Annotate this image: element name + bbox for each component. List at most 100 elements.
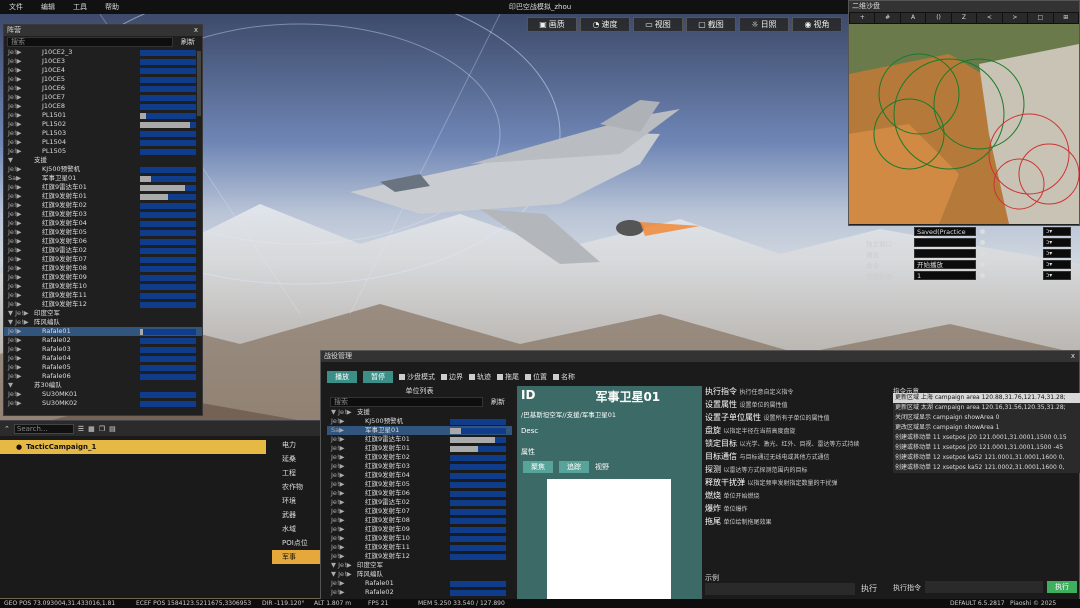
tree-row[interactable]: Je!▶ KJ500预警机 (4, 165, 202, 174)
setting-dropdown[interactable]: ↄ▾ (1043, 249, 1071, 258)
tree-row[interactable]: Je!▶ Rafale02 (327, 588, 512, 597)
tree-row[interactable]: Je!▶ 红旗9雷达车02 (4, 246, 202, 255)
command-item[interactable]: 锁定目标 以光学、激光、红外、目视、雷达等方式持续 (705, 437, 893, 450)
tree-row[interactable]: Je!▶ 红旗9发射车04 (4, 219, 202, 228)
tree-row[interactable]: Je!▶ J10CE8 (4, 102, 202, 111)
tree-row[interactable]: ▼ 支援 (4, 156, 202, 165)
asset-search-input[interactable]: Search... (13, 423, 74, 434)
play-button[interactable]: 播放 (327, 371, 357, 383)
tree-row[interactable]: Je!▶ J10CE7 (4, 93, 202, 102)
tree-row[interactable]: Je!▶ 红旗9发射车09 (327, 525, 512, 534)
setting-dropdown[interactable]: ↄ▾ (1043, 271, 1071, 280)
command-item[interactable]: 目标通信 与目标通过无线电或其他方式通信 (705, 450, 893, 463)
command-item[interactable]: 执行指令 执行任意自定义指令 (705, 385, 893, 398)
minimap-tool-button[interactable]: Z (951, 13, 977, 23)
formation-scrollbar[interactable] (197, 51, 201, 116)
tree-row[interactable]: Je!▶ 红旗9发射车06 (327, 489, 512, 498)
checkbox-option[interactable]: 拖尾 (497, 372, 519, 382)
unit-search-input[interactable]: 搜索 (330, 397, 483, 407)
tree-row[interactable]: Je!▶ Rafale03 (4, 345, 202, 354)
pause-button[interactable]: 暂停 (363, 371, 393, 383)
tree-row[interactable]: Je!▶ 红旗9发射车08 (327, 516, 512, 525)
minimap-tool-button[interactable]: + (850, 13, 875, 23)
log-row[interactable]: 创建或移动单 12 xsetpos ka52 121.0002,31.0001,… (893, 463, 1080, 473)
grid-icon[interactable]: ▦ (88, 425, 95, 433)
example-input[interactable] (705, 583, 855, 595)
tree-row[interactable]: ▼ Je!▶ 印度空军 (327, 561, 512, 570)
command-item[interactable]: 设置子单位属性 设置所有子单位的属性值 (705, 411, 893, 424)
view-button[interactable]: ▭ 视图 (633, 17, 683, 32)
sunlight-button[interactable]: ☼ 日照 (739, 17, 789, 32)
perspective-button[interactable]: ◉ 视角 (792, 17, 842, 32)
tree-row[interactable]: Je!▶ Rafale01 (4, 327, 202, 336)
command-item[interactable]: 爆炸 单位爆炸 (705, 502, 893, 515)
tree-row[interactable]: Je!▶ 红旗9发射车10 (4, 282, 202, 291)
log-row[interactable]: 更改区域显示 campaign showArea 1 (893, 423, 1080, 433)
command-item[interactable]: 燃烧 单位开始燃烧 (705, 489, 893, 502)
category-item[interactable]: 工程 (272, 466, 320, 480)
exec-command-button[interactable]: 执行 (1047, 581, 1077, 593)
copy-icon[interactable]: ❐ (99, 425, 105, 433)
tree-row[interactable]: Je!▶ PL1504 (4, 138, 202, 147)
checkbox-option[interactable]: 边界 (441, 372, 463, 382)
tree-row[interactable]: ▼ Je!▶ 阵风编队 (4, 318, 202, 327)
command-item[interactable]: 设置属性 设置单位的属性值 (705, 398, 893, 411)
tree-row[interactable]: Je!▶ J10CE3 (4, 57, 202, 66)
minimap-tool-button[interactable]: # (875, 13, 900, 23)
category-item[interactable]: 延桑 (272, 452, 320, 466)
tree-row[interactable]: Je!▶ J10CE5 (4, 75, 202, 84)
setting-dropdown[interactable]: ↄ▾ (1043, 227, 1071, 236)
tree-row[interactable]: Je!▶ 红旗9发射车03 (327, 462, 512, 471)
filter-icon[interactable]: ☰ (78, 425, 84, 433)
command-item[interactable]: 释放干扰弹 以指定频率发射指定数量的干扰弹 (705, 476, 893, 489)
tree-row[interactable]: Je!▶ 红旗9发射车01 (4, 192, 202, 201)
tree-row[interactable]: Sa▶ 军事卫星01 (4, 174, 202, 183)
tree-row[interactable]: Je!▶ Rafale06 (4, 372, 202, 381)
tree-row[interactable]: Je!▶ 红旗9发射车11 (4, 291, 202, 300)
layout-icon[interactable]: ▤ (109, 425, 116, 433)
tree-row[interactable]: Je!▶ 红旗9发射车02 (4, 201, 202, 210)
tree-row[interactable]: ▼ 苏30编队 (4, 381, 202, 390)
log-row[interactable]: 更新区域 上海 campaign area 120.88,31.76,121.7… (893, 393, 1080, 403)
close-campaign-icon[interactable]: x (1071, 351, 1075, 362)
setting-value[interactable]: 开始播放 (914, 260, 976, 269)
tree-row[interactable]: Je!▶ 红旗9发射车07 (4, 255, 202, 264)
collapse-icon[interactable]: ⌃ (4, 425, 10, 433)
minimap-tool-button[interactable]: □ (1028, 13, 1053, 23)
tree-row[interactable]: ▼ Je!▶ 阵风编队 (327, 570, 512, 579)
tree-row[interactable]: Je!▶ 红旗9发射车02 (327, 453, 512, 462)
category-item[interactable]: 水域 (272, 522, 320, 536)
tree-row[interactable]: Sa▶ 军事卫星01 (327, 426, 512, 435)
category-item[interactable]: 环境 (272, 494, 320, 508)
tree-row[interactable]: Je!▶ SU30MK01 (4, 390, 202, 399)
command-item[interactable]: 拖尾 单位绘制拖尾效果 (705, 515, 893, 528)
campaign-item[interactable]: ● TacticCampaign_1 (0, 440, 266, 454)
screenshot-button[interactable]: ▢ 截图 (686, 17, 736, 32)
tree-row[interactable]: Je!▶ 红旗9发射车04 (327, 471, 512, 480)
refresh-button[interactable]: 刷新 (177, 37, 199, 47)
tree-row[interactable]: Je!▶ 红旗9发射车05 (327, 480, 512, 489)
log-row[interactable]: 关闭区域显示 campaign showArea 0 (893, 413, 1080, 423)
tree-row[interactable]: ▼ Je!▶ 支援 (327, 408, 512, 417)
log-row[interactable]: 创建或移动单 11 xsetpos j20 121.0001,31.0001,1… (893, 433, 1080, 443)
tree-row[interactable]: Je!▶ 红旗9发射车03 (4, 210, 202, 219)
minimap-canvas[interactable] (849, 24, 1079, 224)
tree-row[interactable]: Je!▶ 红旗9发射车11 (327, 543, 512, 552)
command-item[interactable]: 盘旋 以指定半径在当前高度盘旋 (705, 424, 893, 437)
checkbox-option[interactable]: 位置 (525, 372, 547, 382)
tree-row[interactable]: Je!▶ 红旗9发射车12 (4, 300, 202, 309)
tree-row[interactable]: Je!▶ J10CE6 (4, 84, 202, 93)
tree-row[interactable]: Je!▶ SU30MK02 (4, 399, 202, 408)
menu-help[interactable]: 帮助 (96, 2, 128, 12)
minimap-tool-button[interactable]: () (926, 13, 951, 23)
setting-dropdown[interactable]: ↄ▾ (1043, 238, 1071, 247)
setting-value[interactable]: 1 (914, 271, 976, 280)
tree-row[interactable]: Je!▶ Rafale04 (4, 354, 202, 363)
checkbox-option[interactable]: 轨迹 (469, 372, 491, 382)
minimap-tool-button[interactable]: < (977, 13, 1002, 23)
setting-dropdown[interactable]: ↄ▾ (1043, 260, 1071, 269)
menu-edit[interactable]: 编辑 (32, 2, 64, 12)
execute-example-button[interactable]: 执行 (861, 583, 877, 594)
log-row[interactable]: 更新区域 太湖 campaign area 120.16,31.56,120.3… (893, 403, 1080, 413)
close-panel-icon[interactable]: x (194, 25, 198, 36)
